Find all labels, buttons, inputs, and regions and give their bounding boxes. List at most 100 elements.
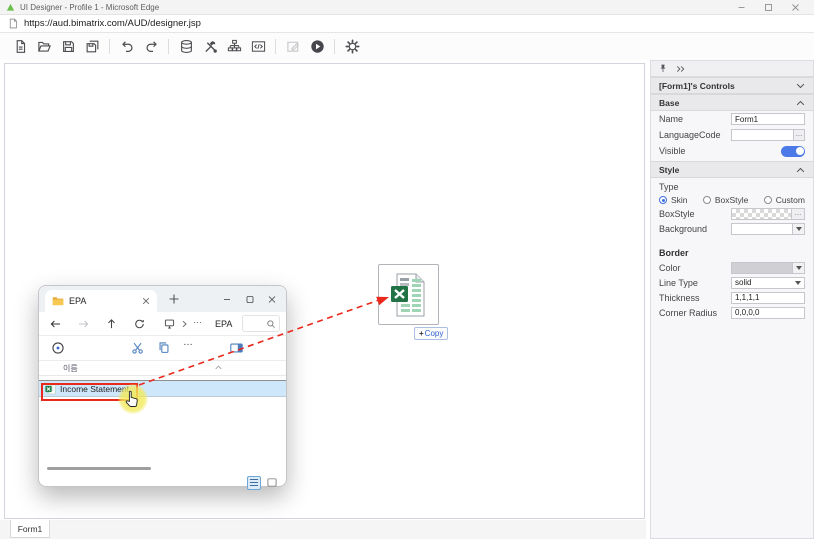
panel-toolstrip	[651, 61, 813, 77]
tools-icon[interactable]	[198, 36, 222, 58]
tab-close-icon[interactable]	[142, 297, 150, 305]
up-icon[interactable]	[105, 318, 118, 330]
database-icon[interactable]	[174, 36, 198, 58]
copy-icon[interactable]	[157, 341, 171, 355]
folder-icon	[52, 296, 64, 306]
section-base-header[interactable]: Base	[651, 94, 813, 111]
more-options-ellipsis[interactable]: …	[183, 337, 194, 348]
toolbar-separator	[168, 39, 169, 54]
languagecode-ellipsis-button[interactable]: …	[793, 129, 805, 141]
type-radio-row: Skin BoxStyle Custom	[651, 193, 813, 207]
back-icon[interactable]	[49, 318, 62, 330]
open-folder-icon[interactable]	[32, 36, 56, 58]
drag-ghost-excel	[378, 264, 439, 325]
breadcrumb-epa[interactable]: EPA	[215, 319, 232, 329]
thumbnail-view-button[interactable]	[265, 476, 279, 490]
close-icon[interactable]	[791, 3, 800, 12]
visible-toggle[interactable]	[781, 146, 805, 157]
new-tab-icon[interactable]	[169, 294, 179, 304]
thickness-input[interactable]	[731, 292, 805, 304]
name-input[interactable]	[731, 113, 805, 125]
sort-ascending-icon	[215, 365, 222, 370]
edge-favicon	[6, 3, 15, 12]
pin-icon[interactable]	[659, 64, 667, 73]
page-icon	[8, 18, 18, 29]
name-row: Name	[651, 111, 813, 127]
file-explorer-window: EPA … EPA … 이름 Income	[38, 285, 287, 487]
controls-header[interactable]: [Form1]'s Controls	[651, 77, 813, 94]
corner-radius-input[interactable]	[731, 307, 805, 319]
horizontal-scrollbar[interactable]	[47, 467, 151, 470]
line-type-row: Line Type solid	[651, 275, 813, 290]
chevron-down-icon	[796, 227, 802, 231]
url-bar[interactable]: https://aud.bimatrix.com/AUD/designer.js…	[0, 15, 814, 33]
boxstyle-ellipsis-button[interactable]: …	[791, 208, 805, 220]
chevron-down-icon	[796, 266, 802, 270]
languagecode-input[interactable]	[731, 129, 794, 141]
radio-dot	[703, 196, 711, 204]
copy-drop-badge: + Copy	[414, 327, 448, 340]
minimize-icon[interactable]	[737, 3, 746, 12]
toolbar-separator	[334, 39, 335, 54]
languagecode-row: LanguageCode …	[651, 127, 813, 143]
tab-form1[interactable]: Form1	[10, 520, 50, 538]
code-view-icon[interactable]	[246, 36, 270, 58]
toolbar-separator	[109, 39, 110, 54]
line-type-select[interactable]: solid	[731, 277, 805, 289]
explorer-minimize-icon[interactable]	[222, 295, 232, 304]
column-name-header[interactable]: 이름	[63, 363, 78, 374]
list-view-button[interactable]	[247, 476, 261, 490]
chevron-down-icon[interactable]	[796, 83, 805, 89]
explorer-maximize-icon[interactable]	[245, 295, 255, 304]
breadcrumb-ellipsis[interactable]: …	[193, 315, 202, 325]
new-file-icon[interactable]	[8, 36, 32, 58]
radio-dot	[659, 196, 667, 204]
radio-skin[interactable]: Skin	[659, 195, 688, 205]
background-row: Background	[651, 221, 813, 236]
cut-icon[interactable]	[131, 341, 145, 355]
explorer-statusbar	[39, 474, 286, 491]
border-color-dropdown-button[interactable]	[792, 262, 805, 274]
edit-icon-disabled	[281, 36, 305, 58]
url-text: https://aud.bimatrix.com/AUD/designer.js…	[24, 18, 201, 29]
search-box[interactable]	[242, 315, 280, 332]
boxstyle-swatch[interactable]	[731, 208, 792, 220]
forward-icon	[77, 318, 90, 330]
explorer-navbar: … EPA	[39, 312, 286, 336]
color-row: Color	[651, 260, 813, 275]
save-all-icon[interactable]	[80, 36, 104, 58]
border-group-title: Border	[651, 246, 813, 260]
undo-icon[interactable]	[115, 36, 139, 58]
type-label-row: Type	[651, 180, 813, 193]
file-list: Income Statement	[39, 380, 286, 474]
maximize-icon[interactable]	[764, 3, 773, 12]
chevron-down-icon	[795, 281, 801, 285]
hand-cursor-icon	[124, 390, 140, 409]
save-icon[interactable]	[56, 36, 80, 58]
new-item-icon[interactable]	[51, 341, 65, 355]
chevron-up-icon[interactable]	[796, 100, 805, 106]
radio-custom[interactable]: Custom	[764, 195, 805, 205]
radio-boxstyle[interactable]: BoxStyle	[703, 195, 749, 205]
explorer-close-icon[interactable]	[267, 295, 277, 304]
chevron-up-icon[interactable]	[796, 167, 805, 173]
collapse-panel-icon[interactable]	[676, 65, 685, 73]
toolbar-separator	[275, 39, 276, 54]
refresh-icon[interactable]	[133, 318, 146, 330]
property-panel: [Form1]'s Controls Base Name LanguageCod…	[650, 60, 814, 539]
sitemap-icon[interactable]	[222, 36, 246, 58]
settings-gear-icon[interactable]	[340, 36, 364, 58]
corner-radius-row: Corner Radius	[651, 305, 813, 320]
explorer-commandbar: …	[39, 336, 286, 361]
boxstyle-row: BoxStyle …	[651, 207, 813, 221]
explorer-titlebar: EPA	[39, 286, 286, 312]
explorer-tab-epa[interactable]: EPA	[45, 290, 157, 312]
run-icon[interactable]	[305, 36, 329, 58]
section-style-header[interactable]: Style	[651, 161, 813, 178]
background-dropdown-button[interactable]	[792, 223, 805, 235]
border-color-swatch[interactable]	[731, 262, 793, 274]
this-pc-icon[interactable]	[163, 318, 176, 330]
background-swatch[interactable]	[731, 223, 793, 235]
details-pane-icon[interactable]	[229, 341, 244, 355]
redo-icon[interactable]	[139, 36, 163, 58]
